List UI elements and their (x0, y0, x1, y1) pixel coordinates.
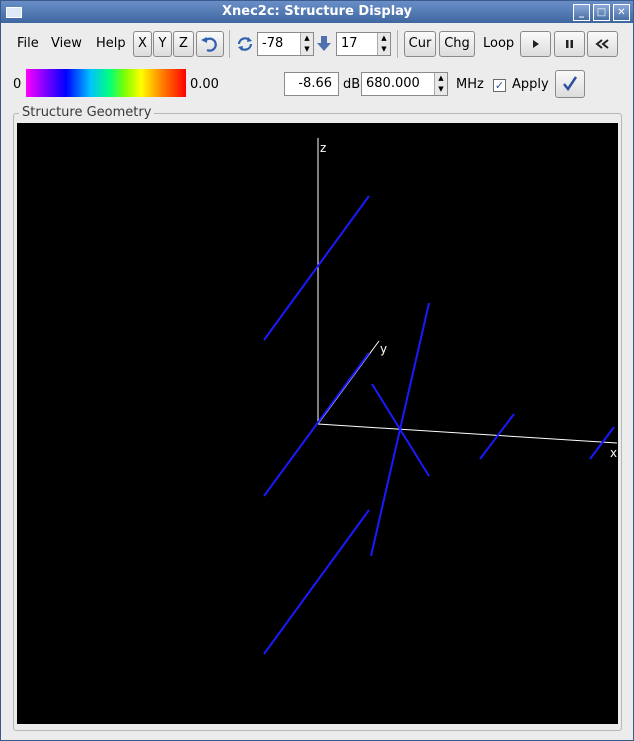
checkmark-icon (563, 76, 578, 92)
loop-pause-button[interactable] (554, 31, 585, 57)
toolbar: File View Help X Y Z -78 ▲ ▼ 17 ▲ ▼ Cur Ch… (0, 26, 632, 62)
x-axis-label: x (610, 446, 617, 460)
view-x-button[interactable]: X (133, 31, 152, 57)
x-axis (317, 423, 618, 444)
structure-drawing: z y x (263, 138, 618, 655)
menu-help[interactable]: Help (96, 36, 126, 51)
close-icon[interactable]: ✕ (613, 4, 630, 21)
play-icon (533, 40, 539, 48)
incline-spinbox[interactable]: 17 ▲ ▼ (336, 32, 391, 56)
view-z-button[interactable]: Z (173, 31, 194, 57)
gain-value: -8.66 (298, 76, 332, 91)
rotate-spin-arrows[interactable]: ▲ ▼ (300, 33, 313, 55)
frequency-unit: MHz (456, 77, 484, 92)
incline-spin-arrows[interactable]: ▲ ▼ (377, 33, 390, 55)
wire-segment (371, 383, 430, 477)
z-axis-label: z (320, 141, 326, 155)
separator (229, 30, 230, 58)
wire-segment (263, 509, 370, 655)
colorbar-min-label: 0 (13, 77, 22, 92)
reset-view-button[interactable] (196, 31, 224, 57)
maximize-icon[interactable]: □ (593, 4, 610, 21)
frequency-value: 680.000 (366, 76, 420, 91)
wire-segment (263, 195, 370, 341)
apply-frequency-button[interactable] (555, 70, 585, 98)
charges-button[interactable]: Chg (439, 31, 475, 57)
separator (397, 30, 398, 58)
apply-label: Apply (512, 77, 549, 92)
apply-checkbox[interactable]: ✓ (493, 79, 506, 92)
incline-down-icon (317, 36, 331, 51)
rotate-icon (237, 37, 253, 51)
color-scale-bar (26, 69, 186, 97)
scale-row: 0 0.00 -8.66 dB 680.000 ▲ ▼ MHz ✓ Apply (0, 66, 632, 102)
currents-button[interactable]: Cur (404, 31, 436, 57)
colorbar-max-label: 0.00 (190, 77, 219, 92)
loop-start-button[interactable] (520, 31, 551, 57)
wire-segment (263, 352, 370, 497)
structure-canvas[interactable]: z y x (17, 123, 618, 724)
rotate-value: -78 (262, 36, 284, 51)
menu-view[interactable]: View (51, 36, 82, 51)
frequency-spinbox[interactable]: 680.000 ▲ ▼ (361, 72, 448, 96)
rewind-icon (595, 39, 609, 49)
rotate-spinbox[interactable]: -78 ▲ ▼ (257, 32, 314, 56)
pause-icon (566, 40, 573, 48)
loop-label: Loop (483, 36, 515, 51)
view-y-button[interactable]: Y (153, 31, 172, 57)
undo-icon (201, 37, 217, 52)
incline-value: 17 (341, 36, 358, 51)
menu-file[interactable]: File (17, 36, 39, 51)
y-axis-label: y (380, 342, 387, 356)
frequency-spin-arrows[interactable]: ▲ ▼ (434, 73, 447, 95)
loop-reset-button[interactable] (587, 31, 618, 57)
gain-field[interactable]: -8.66 (284, 72, 339, 96)
minimize-icon[interactable]: _ (573, 4, 590, 21)
gain-unit: dB (343, 77, 361, 92)
title-bar[interactable]: Xnec2c: Structure Display _ □ ✕ (1, 1, 633, 23)
window-title: Xnec2c: Structure Display (221, 4, 413, 19)
frame-title: Structure Geometry (19, 105, 155, 120)
